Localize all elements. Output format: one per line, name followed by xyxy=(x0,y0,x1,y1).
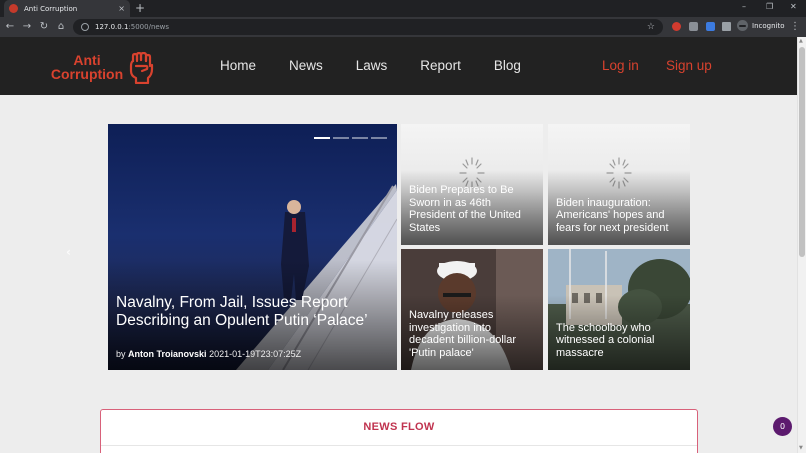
news-card[interactable]: Biden Prepares to Be Sworn in as 46th Pr… xyxy=(401,124,543,245)
site-logo[interactable]: Anti Corruption xyxy=(50,52,160,84)
card-headline[interactable]: Biden inauguration: Americans' hopes and… xyxy=(556,197,686,235)
carousel-prev-icon[interactable]: ‹ xyxy=(66,246,71,258)
news-card[interactable]: Biden inauguration: Americans' hopes and… xyxy=(548,124,690,245)
incognito-indicator[interactable]: Incognito xyxy=(737,20,784,31)
maximize-icon[interactable]: ❐ xyxy=(766,2,773,12)
logo-line-1: Anti xyxy=(73,52,101,68)
carousel-indicator-3[interactable] xyxy=(352,137,368,139)
scroll-up-icon[interactable]: ▲ xyxy=(799,38,803,44)
minimize-icon[interactable]: – xyxy=(742,2,746,12)
browser-tab-bar: Anti Corruption × + – ❐ ✕ xyxy=(0,0,806,17)
carousel-byline: by Anton Troianovski 2021-01-19T23:07:25… xyxy=(116,349,301,359)
card-headline[interactable]: Biden Prepares to Be Sworn in as 46th Pr… xyxy=(409,184,539,234)
extensions-puzzle-icon[interactable] xyxy=(722,22,731,31)
nav-report[interactable]: Report xyxy=(420,58,461,73)
page-scrollbar[interactable]: ▲ ▼ xyxy=(797,37,806,453)
byline-author: Anton Troianovski xyxy=(128,349,207,359)
address-bar[interactable]: 127.0.0.1 :5000/news ☆ xyxy=(73,19,663,35)
tab-title: Anti Corruption xyxy=(24,4,78,13)
carousel-headline[interactable]: Navalny, From Jail, Issues Report Descri… xyxy=(116,294,386,330)
logo-text: Anti Corruption xyxy=(50,53,124,81)
nav-laws[interactable]: Laws xyxy=(356,58,388,73)
extension-red-icon[interactable] xyxy=(672,22,681,31)
tab-favicon-icon xyxy=(9,4,18,13)
reload-icon[interactable]: ↻ xyxy=(38,20,50,34)
carousel-indicator-1[interactable] xyxy=(314,137,330,139)
news-flow-divider xyxy=(101,445,697,446)
home-icon[interactable]: ⌂ xyxy=(55,20,67,34)
news-flow-title: NEWS FLOW xyxy=(363,421,435,433)
news-flow-panel: NEWS FLOW xyxy=(100,409,698,453)
nav-home[interactable]: Home xyxy=(220,58,256,73)
scroll-down-icon[interactable]: ▼ xyxy=(799,445,803,451)
chat-badge[interactable]: 0 xyxy=(773,417,792,436)
news-card[interactable]: Navalny releases investigation into deca… xyxy=(401,249,543,370)
logo-line-2: Corruption xyxy=(50,66,124,82)
signup-link[interactable]: Sign up xyxy=(666,58,712,73)
browser-menu-icon[interactable]: ⋮ xyxy=(790,20,800,34)
tab-close-icon[interactable]: × xyxy=(118,4,125,13)
byline-date: 2021-01-19T23:07:25Z xyxy=(209,349,302,359)
news-card[interactable]: The schoolboy who witnessed a colonial m… xyxy=(548,249,690,370)
card-headline[interactable]: The schoolboy who witnessed a colonial m… xyxy=(556,322,686,360)
site-header: Anti Corruption Home News Laws Report Bl… xyxy=(0,37,797,95)
extension-blue-icon[interactable] xyxy=(706,22,715,31)
browser-tab[interactable]: Anti Corruption × xyxy=(4,0,130,17)
url-path: :5000/news xyxy=(128,23,170,31)
card-headline[interactable]: Navalny releases investigation into deca… xyxy=(409,309,539,359)
incognito-label: Incognito xyxy=(752,21,785,30)
extension-gray-icon[interactable] xyxy=(689,22,698,31)
forward-icon[interactable]: → xyxy=(21,20,33,34)
nav-news[interactable]: News xyxy=(289,58,323,73)
carousel-indicator-2[interactable] xyxy=(333,137,349,139)
incognito-icon xyxy=(737,20,748,31)
scroll-thumb[interactable] xyxy=(799,47,805,257)
site-info-icon[interactable] xyxy=(81,23,89,31)
main-nav: Home News Laws Report Blog xyxy=(220,58,554,73)
close-window-icon[interactable]: ✕ xyxy=(790,2,797,12)
nav-blog[interactable]: Blog xyxy=(494,58,521,73)
raised-fist-icon xyxy=(129,52,154,84)
bookmark-star-icon[interactable]: ☆ xyxy=(647,22,655,32)
login-link[interactable]: Log in xyxy=(602,58,639,73)
url-host: 127.0.0.1 xyxy=(95,23,129,31)
featured-carousel[interactable]: Navalny, From Jail, Issues Report Descri… xyxy=(108,124,397,370)
back-icon[interactable]: ← xyxy=(4,20,16,34)
browser-toolbar: ← → ↻ ⌂ 127.0.0.1 :5000/news ☆ Incognito… xyxy=(0,17,806,37)
carousel-indicators xyxy=(314,137,390,139)
byline-prefix: by xyxy=(116,349,126,359)
carousel-indicator-4[interactable] xyxy=(371,137,387,139)
new-tab-button[interactable]: + xyxy=(135,1,145,15)
